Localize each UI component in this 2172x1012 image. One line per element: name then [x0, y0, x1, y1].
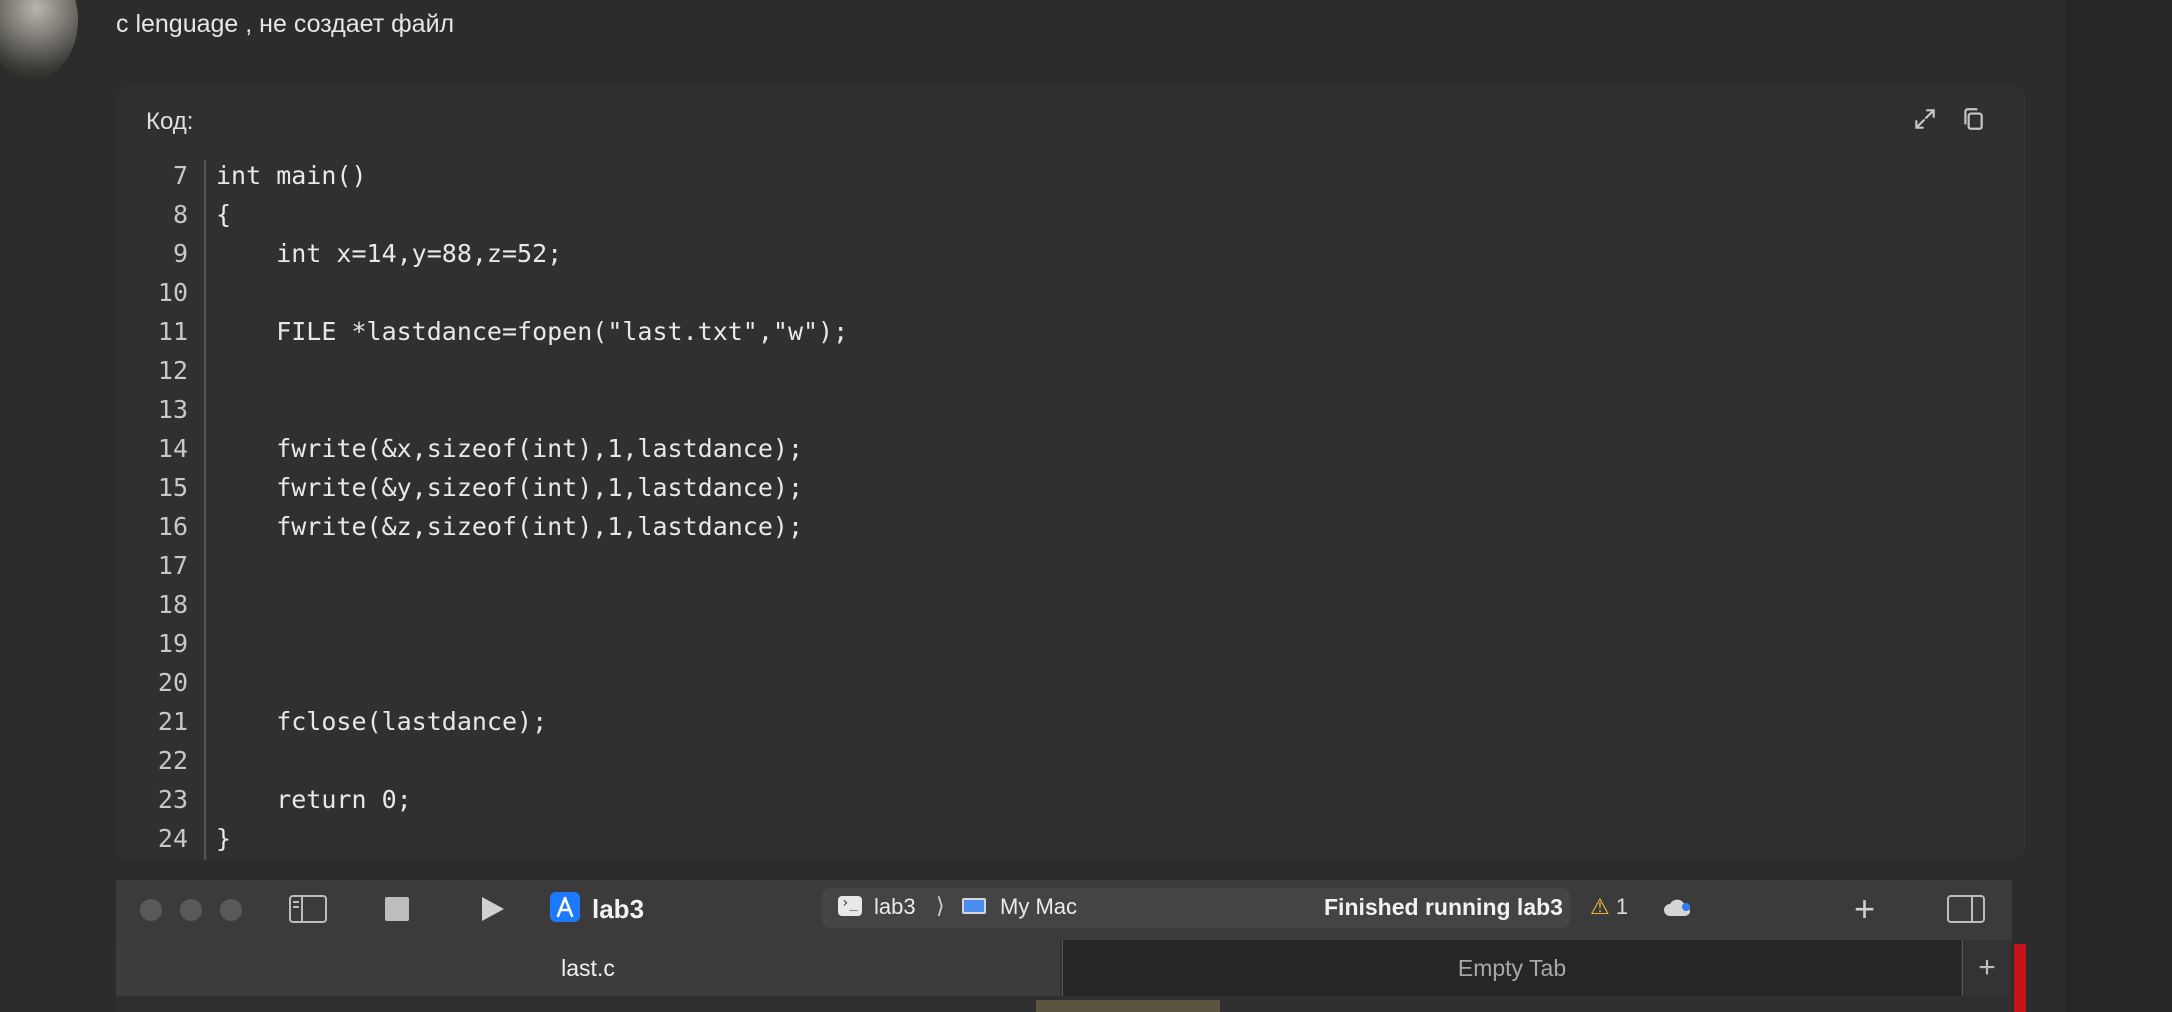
line-number: 15	[157, 473, 188, 502]
line-number: 12	[157, 356, 188, 385]
expand-icon[interactable]	[1912, 106, 1938, 132]
code-line: }	[216, 824, 232, 853]
line-number: 20	[157, 668, 188, 697]
line-number: 11	[157, 317, 188, 346]
code-line: int x=14,y=88,z=52;	[216, 239, 563, 268]
add-button[interactable]: +	[1854, 888, 1875, 930]
warning-count: 1	[1615, 894, 1629, 919]
code-line: fwrite(&x,sizeof(int),1,lastdance);	[216, 434, 803, 463]
copy-icon[interactable]	[1960, 106, 1986, 132]
line-number: 17	[157, 551, 188, 580]
line-number: 22	[157, 746, 188, 775]
gutter-divider	[204, 160, 206, 860]
line-number: 18	[157, 590, 188, 619]
warning-icon: ⚠	[1590, 894, 1610, 919]
xcode-toolbar: lab3 lab3 ⟩ My Mac Finished running lab3…	[116, 880, 2012, 940]
code-block-actions	[1912, 106, 1986, 132]
terminal-icon	[838, 895, 862, 916]
app-scheme-icon	[550, 892, 580, 922]
code-area[interactable]: 7 8 9 10 11 12 13 14 15 16 17 18 19 20 21 22 23 24 int ma…	[146, 156, 2006, 860]
line-number: 19	[157, 629, 188, 658]
red-edge-marker	[2014, 944, 2026, 1012]
code-block: Код: 7 8 9 10 11 12 13 14 15 16 17 18 19 20 21 22 23 24 i…	[116, 84, 2026, 860]
code-block-label: Код:	[146, 108, 194, 135]
line-number: 9	[172, 239, 188, 268]
editor-tab-bar: last.c Empty Tab +	[116, 940, 2012, 996]
right-edge-strip	[2066, 0, 2172, 1012]
line-number: 21	[157, 707, 188, 736]
new-tab-button[interactable]: +	[1962, 940, 2011, 996]
cloud-icon[interactable]	[1662, 896, 1692, 918]
code-line: return 0;	[216, 785, 412, 814]
laptop-icon	[962, 898, 986, 914]
line-number: 10	[157, 278, 188, 307]
tab-empty[interactable]: Empty Tab	[1062, 940, 1961, 996]
code-line: fwrite(&z,sizeof(int),1,lastdance);	[216, 512, 803, 541]
window-close-button[interactable]	[140, 899, 162, 921]
xcode-window: lab3 lab3 ⟩ My Mac Finished running lab3…	[116, 880, 2012, 1012]
window-zoom-button[interactable]	[220, 899, 242, 921]
line-number: 13	[157, 395, 188, 424]
window-minimize-button[interactable]	[180, 899, 202, 921]
line-number: 14	[157, 434, 188, 463]
user-avatar[interactable]	[0, 0, 78, 80]
line-number: 24	[157, 824, 188, 853]
warning-indicator[interactable]: ⚠ 1	[1590, 894, 1628, 920]
jump-bar-highlight	[1036, 1000, 1220, 1012]
code-line: FILE *lastdance=fopen("last.txt","w");	[216, 317, 849, 346]
jump-bar	[116, 996, 2012, 1012]
scheme-name[interactable]: lab3	[592, 894, 644, 925]
line-number: 23	[157, 785, 188, 814]
inspector-toggle-icon[interactable]	[1946, 894, 1986, 929]
destination-device[interactable]: My Mac	[1000, 894, 1077, 920]
build-status: Finished running lab3	[1324, 894, 1563, 920]
line-number: 16	[157, 512, 188, 541]
line-number: 8	[172, 200, 188, 229]
tab-last-c[interactable]: last.c	[116, 940, 1060, 996]
run-icon[interactable]	[478, 895, 506, 923]
destination-target[interactable]: lab3	[874, 894, 916, 920]
code-lines: int main() { int x=14,y=88,z=52; FILE *la…	[216, 156, 848, 858]
line-number-gutter: 7 8 9 10 11 12 13 14 15 16 17 18 19 20 21 22 23 24	[146, 156, 188, 858]
chevron-right-icon: ⟩	[936, 893, 945, 918]
code-line: int main()	[216, 161, 367, 190]
stop-icon[interactable]	[384, 896, 410, 922]
code-line: fwrite(&y,sizeof(int),1,lastdance);	[216, 473, 803, 502]
message-text: с lenguage , не создает файл	[116, 10, 455, 38]
navigator-toggle-icon[interactable]	[288, 894, 328, 924]
code-line: fclose(lastdance);	[216, 707, 548, 736]
line-number: 7	[172, 161, 188, 190]
code-line: {	[216, 200, 232, 229]
